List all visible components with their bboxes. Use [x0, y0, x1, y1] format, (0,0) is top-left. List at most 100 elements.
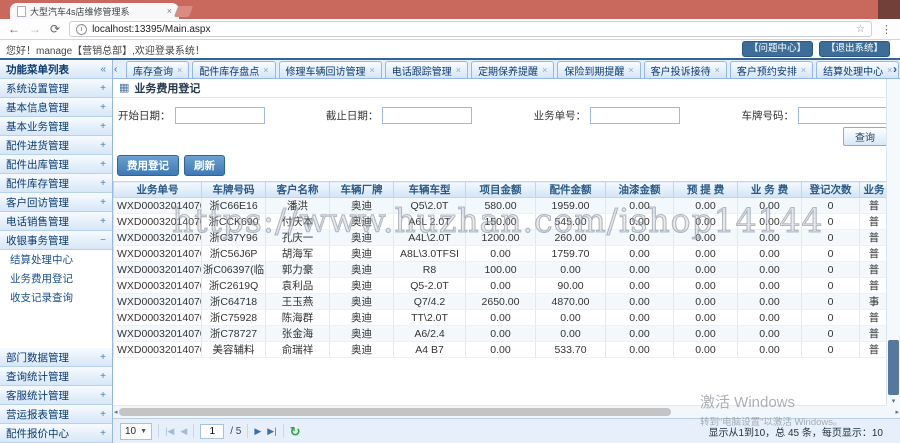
sidebar-accordion-item[interactable]: 配件库存管理 + [0, 174, 112, 193]
table-row[interactable]: WXD0003201407065 浙C56J6P 胡海军 奥迪 A8L\3.0T… [114, 246, 889, 262]
page-size-select[interactable]: 10 ▼ [120, 423, 152, 440]
table-row[interactable]: WXD0003201407066 浙C37Y96 孔庆一 奥迪 A4L\2.0T… [114, 230, 889, 246]
sidebar-accordion-item[interactable]: 配件进货管理 + [0, 136, 112, 155]
fee-register-button[interactable]: 费用登记 [117, 155, 179, 176]
content-tab[interactable]: 客户投诉接待 × [644, 61, 727, 78]
sidebar-accordion-item[interactable]: 配件报价中心 + [0, 424, 112, 443]
prev-page-icon[interactable]: ◀ [180, 426, 187, 437]
plate-no-input[interactable] [798, 107, 888, 124]
expand-icon[interactable]: + [100, 121, 106, 132]
sidebar-submenu-item[interactable]: 收支记录查询 [0, 288, 112, 307]
grid-column-header[interactable]: 客户名称 [266, 182, 330, 198]
new-tab-button[interactable] [174, 6, 193, 17]
expand-icon[interactable]: + [100, 140, 106, 151]
expand-icon[interactable]: + [100, 102, 106, 113]
grid-column-header[interactable]: 预 提 费 [674, 182, 738, 198]
scroll-right-arrow-icon[interactable]: ▸ [895, 408, 899, 416]
sidebar-accordion-item[interactable]: 客服统计管理 + [0, 386, 112, 405]
tab-close-icon[interactable]: × [801, 65, 806, 75]
horizontal-scroll-thumb[interactable] [119, 408, 671, 416]
sidebar-accordion-item[interactable]: 部门数据管理 + [0, 348, 112, 367]
content-tab[interactable]: 客户预约安排 × [730, 61, 813, 78]
grid-column-header[interactable]: 业务单号 [114, 182, 202, 198]
expand-icon[interactable]: + [100, 178, 106, 189]
tab-close-icon[interactable]: × [715, 65, 720, 75]
first-page-icon[interactable]: |◀ [165, 426, 174, 437]
table-row[interactable]: WXD0003201407056 浙C64718 王玉燕 奥迪 Q7/4.2 2… [114, 294, 889, 310]
url-input[interactable]: i localhost:13395/Main.aspx ☆ [69, 21, 872, 37]
table-row[interactable]: WXD0003201407061 浙C2619Q 袁利品 奥迪 Q5-2.0T … [114, 278, 889, 294]
sidebar-collapse-icon[interactable]: « [100, 64, 106, 75]
sidebar-submenu-item[interactable]: 业务费用登记 [0, 269, 112, 288]
table-row[interactable]: WXD0003201407006 美容辅料 俞瑞祥 奥迪 A4 B7 0.00 … [114, 342, 889, 358]
tab-close-icon[interactable]: × [177, 65, 182, 75]
expand-icon[interactable]: + [100, 83, 106, 94]
vertical-scroll-thumb[interactable] [888, 340, 899, 395]
tab-close-icon[interactable]: × [542, 65, 547, 75]
table-row[interactable]: WXD0003201407066 浙CCK690 付庆本 奥迪 A6L 2.0T… [114, 214, 889, 230]
sidebar-accordion-item[interactable]: 收银事务管理 − [0, 231, 112, 250]
back-icon[interactable]: ← [8, 23, 20, 35]
end-date-input[interactable] [382, 107, 472, 124]
start-date-input[interactable] [175, 107, 265, 124]
order-no-input[interactable] [590, 107, 680, 124]
sidebar-accordion-item[interactable]: 电话销售管理 + [0, 212, 112, 231]
grid-column-header[interactable]: 项目金额 [466, 182, 536, 198]
search-button[interactable]: 查询 [843, 127, 887, 146]
browser-tab[interactable]: 大型汽车4s店维修管理系 × [10, 3, 179, 19]
expand-icon[interactable]: + [100, 409, 106, 420]
scroll-down-arrow-icon[interactable]: ▾ [887, 397, 900, 405]
sidebar-submenu-item[interactable]: 结算处理中心 [0, 250, 112, 269]
expand-icon[interactable]: + [100, 352, 106, 363]
content-tab[interactable]: 电话跟踪管理 × [385, 61, 468, 78]
grid-column-header[interactable]: 车牌号码 [202, 182, 266, 198]
question-center-button[interactable]: 【问题中心】 [742, 41, 813, 57]
content-tab[interactable]: 保险到期提醒 × [557, 61, 640, 78]
content-tab[interactable]: 库存查询 × [126, 61, 189, 78]
content-tab[interactable]: 结算处理中心 × [816, 61, 899, 78]
grid-column-header[interactable]: 配件金额 [536, 182, 606, 198]
sidebar-accordion-item[interactable]: 营运报表管理 + [0, 405, 112, 424]
page-number-input[interactable] [200, 424, 224, 439]
grid-column-header[interactable]: 车辆厂牌 [330, 182, 394, 198]
page-info-icon[interactable]: i [76, 24, 87, 35]
grid-column-header[interactable]: 车辆车型 [394, 182, 466, 198]
sidebar-accordion-item[interactable]: 基本业务管理 + [0, 117, 112, 136]
expand-icon[interactable]: + [100, 197, 106, 208]
table-row[interactable]: WXD0003201407064 浙C06397(临 郭力豪 奥迪 R8 100… [114, 262, 889, 278]
tab-close-icon[interactable]: × [628, 65, 633, 75]
next-page-icon[interactable]: ▶ [254, 426, 261, 437]
grid-column-header[interactable]: 登记次数 [802, 182, 860, 198]
tab-close-icon[interactable]: × [167, 6, 172, 16]
tab-close-icon[interactable]: × [887, 65, 892, 75]
sidebar-accordion-item[interactable]: 系统设置管理 + [0, 79, 112, 98]
forward-icon[interactable]: → [29, 23, 41, 35]
table-row[interactable]: WXD0003201407039 浙C78727 张金海 奥迪 A6/2.4 0… [114, 326, 889, 342]
sidebar-accordion-item[interactable]: 配件出库管理 + [0, 155, 112, 174]
tabs-scroll-left-icon[interactable]: ‹ [114, 64, 117, 75]
sidebar-accordion-item[interactable]: 查询统计管理 + [0, 367, 112, 386]
refresh-button[interactable]: 刷新 [184, 155, 225, 176]
expand-icon[interactable]: + [100, 216, 106, 227]
grid-column-header[interactable]: 业务 [860, 182, 889, 198]
expand-icon[interactable]: + [100, 390, 106, 401]
reload-icon[interactable]: ⟳ [50, 23, 60, 35]
grid-column-header[interactable]: 油漆金额 [606, 182, 674, 198]
content-tab[interactable]: 配件库存盘点 × [192, 61, 275, 78]
content-tab[interactable]: 修理车辆回访管理 × [279, 61, 382, 78]
expand-icon[interactable]: − [100, 235, 106, 246]
table-row[interactable]: WXD0003201407066 浙C66E16 潘洪 奥迪 Q5\2.0T 5… [114, 198, 889, 214]
expand-icon[interactable]: + [100, 371, 106, 382]
vertical-scrollbar[interactable]: ▾ [886, 79, 900, 406]
last-page-icon[interactable]: ▶| [267, 426, 276, 437]
horizontal-scrollbar[interactable]: ◂ ▸ [113, 405, 900, 418]
sidebar-accordion-item[interactable]: 客户回访管理 + [0, 193, 112, 212]
expand-icon[interactable]: + [100, 428, 106, 439]
content-tab[interactable]: 定期保养提醒 × [471, 61, 554, 78]
tab-close-icon[interactable]: × [263, 65, 268, 75]
table-row[interactable]: WXD0003201407050 浙C75928 陈海群 奥迪 TT\2.0T … [114, 310, 889, 326]
tab-close-icon[interactable]: × [456, 65, 461, 75]
browser-menu-icon[interactable]: ⋮ [881, 23, 892, 36]
grid-column-header[interactable]: 业 务 费 [738, 182, 802, 198]
expand-icon[interactable]: + [100, 159, 106, 170]
